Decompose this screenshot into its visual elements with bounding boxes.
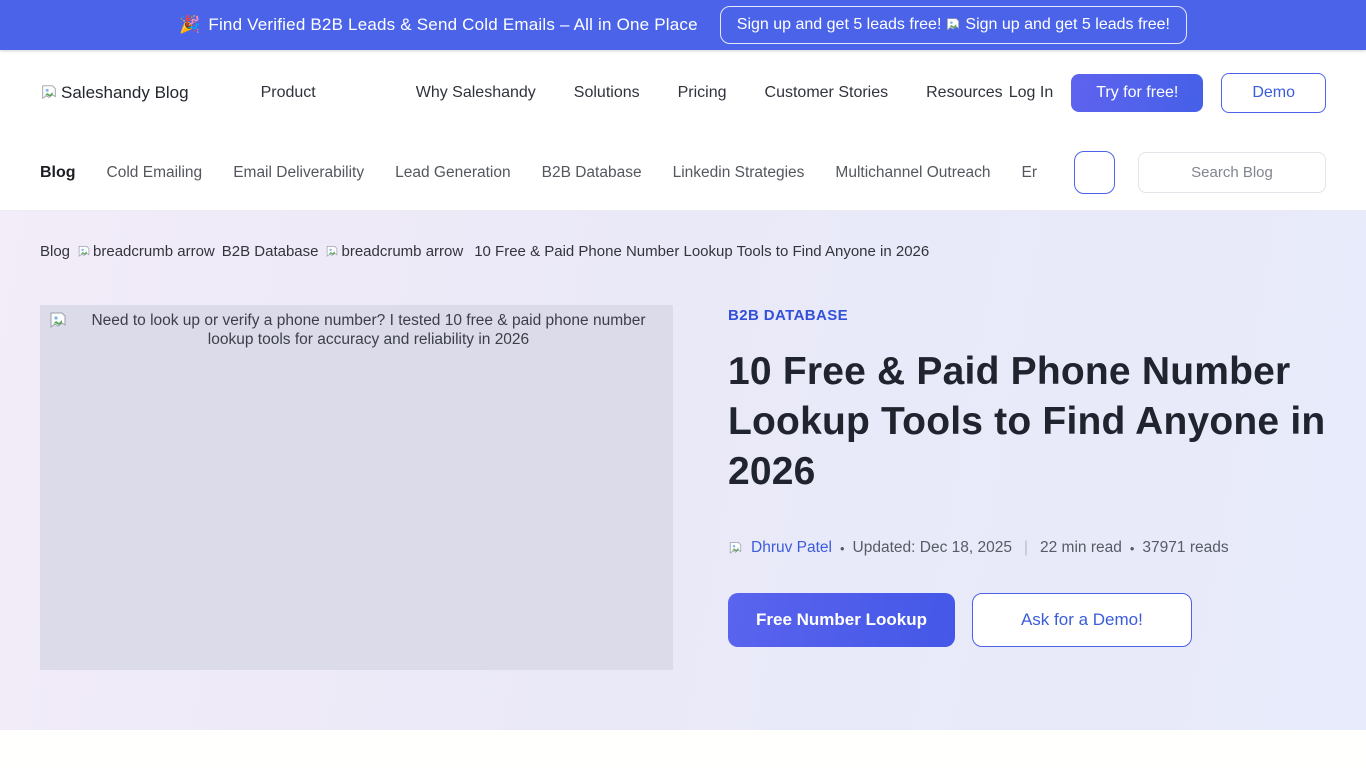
reads-count: 37971 reads bbox=[1142, 539, 1228, 557]
ask-for-demo-button[interactable]: Ask for a Demo! bbox=[972, 593, 1192, 647]
blog-nav: Blog Cold Emailing Email Deliverability … bbox=[0, 135, 1366, 211]
meta-separator-pipe: | bbox=[1020, 539, 1032, 557]
read-time: 22 min read bbox=[1040, 539, 1122, 557]
broken-image-icon bbox=[40, 84, 58, 102]
blog-nav-item-cold-emailing[interactable]: Cold Emailing bbox=[107, 164, 203, 182]
footer-strip bbox=[0, 730, 1366, 768]
breadcrumb-item-blog[interactable]: Blog bbox=[40, 243, 70, 260]
signup-cta-img-alt: Sign up and get 5 leads free! bbox=[965, 16, 1170, 34]
blog-nav-item-truncated[interactable]: Er bbox=[1022, 164, 1038, 182]
nav-item-product[interactable]: Product bbox=[261, 84, 316, 102]
blog-nav-item-linkedin-strategies[interactable]: Linkedin Strategies bbox=[673, 164, 805, 182]
breadcrumb-arrow-icon: breadcrumb arrow bbox=[77, 243, 215, 260]
blog-nav-item-lead-generation[interactable]: Lead Generation bbox=[395, 164, 510, 182]
nav-item-why-saleshandy[interactable]: Why Saleshandy bbox=[416, 84, 536, 102]
breadcrumb: Blog breadcrumb arrow B2B Database bread… bbox=[40, 243, 1326, 260]
signup-cta-label: Sign up and get 5 leads free! bbox=[737, 16, 942, 34]
login-link[interactable]: Log In bbox=[1009, 84, 1053, 102]
breadcrumb-item-current: 10 Free & Paid Phone Number Lookup Tools… bbox=[474, 243, 929, 260]
blog-nav-item-email-deliverability[interactable]: Email Deliverability bbox=[233, 164, 364, 182]
logo-alt-text: Saleshandy Blog bbox=[61, 83, 189, 103]
meta-separator-dot: • bbox=[840, 541, 845, 556]
blog-nav-item-blog[interactable]: Blog bbox=[40, 164, 76, 182]
nav-item-customer-stories[interactable]: Customer Stories bbox=[765, 84, 889, 102]
updated-date: Updated: Dec 18, 2025 bbox=[853, 539, 1012, 557]
try-for-free-button[interactable]: Try for free! bbox=[1071, 74, 1203, 112]
breadcrumb-arrow-alt: breadcrumb arrow bbox=[341, 243, 463, 260]
promo-banner: 🎉 Find Verified B2B Leads & Send Cold Em… bbox=[0, 0, 1366, 50]
broken-image-icon bbox=[77, 245, 91, 259]
party-popper-icon: 🎉 bbox=[179, 15, 200, 35]
saleshandy-logo[interactable]: Saleshandy Blog bbox=[40, 83, 189, 103]
meta-separator-dot: • bbox=[1130, 541, 1135, 556]
breadcrumb-arrow-icon: breadcrumb arrow bbox=[325, 243, 463, 260]
nav-item-solutions[interactable]: Solutions bbox=[574, 84, 640, 102]
free-number-lookup-button[interactable]: Free Number Lookup bbox=[728, 593, 955, 647]
main-header: Saleshandy Blog Product Why Saleshandy S… bbox=[0, 50, 1366, 135]
header-actions: Log In Try for free! Demo bbox=[1009, 73, 1326, 113]
featured-image-alt-text: Need to look up or verify a phone number… bbox=[72, 311, 665, 350]
banner-text: Find Verified B2B Leads & Send Cold Emai… bbox=[208, 15, 697, 35]
author-link[interactable]: Dhruv Patel bbox=[751, 539, 832, 557]
author-avatar bbox=[728, 541, 743, 556]
blog-nav-item-multichannel-outreach[interactable]: Multichannel Outreach bbox=[835, 164, 990, 182]
search-input[interactable] bbox=[1138, 152, 1326, 193]
article-meta: Dhruv Patel • Updated: Dec 18, 2025 | 22… bbox=[728, 539, 1326, 557]
nav-item-pricing[interactable]: Pricing bbox=[678, 84, 727, 102]
broken-image-icon bbox=[945, 17, 961, 33]
main-nav: Product Why Saleshandy Solutions Pricing… bbox=[261, 84, 1003, 102]
breadcrumb-arrow-alt: breadcrumb arrow bbox=[93, 243, 215, 260]
nav-item-resources[interactable]: Resources bbox=[926, 84, 1002, 102]
article-header: B2B DATABASE 10 Free & Paid Phone Number… bbox=[728, 305, 1326, 670]
hero-grid: Need to look up or verify a phone number… bbox=[40, 305, 1326, 670]
demo-button[interactable]: Demo bbox=[1221, 73, 1326, 113]
breadcrumb-item-b2b-database[interactable]: B2B Database bbox=[222, 243, 319, 260]
hero-section: Blog breadcrumb arrow B2B Database bread… bbox=[0, 211, 1366, 730]
blog-nav-item-b2b-database[interactable]: B2B Database bbox=[542, 164, 642, 182]
cta-row: Free Number Lookup Ask for a Demo! bbox=[728, 593, 1326, 647]
banner-message: 🎉 Find Verified B2B Leads & Send Cold Em… bbox=[179, 15, 698, 35]
category-label[interactable]: B2B DATABASE bbox=[728, 307, 848, 324]
signup-cta-button[interactable]: Sign up and get 5 leads free! Sign up an… bbox=[720, 6, 1187, 44]
nav-more-button[interactable] bbox=[1074, 151, 1115, 194]
featured-image: Need to look up or verify a phone number… bbox=[40, 305, 673, 670]
broken-image-icon bbox=[325, 245, 339, 259]
broken-image-icon bbox=[48, 311, 68, 331]
article-title: 10 Free & Paid Phone Number Lookup Tools… bbox=[728, 347, 1326, 497]
